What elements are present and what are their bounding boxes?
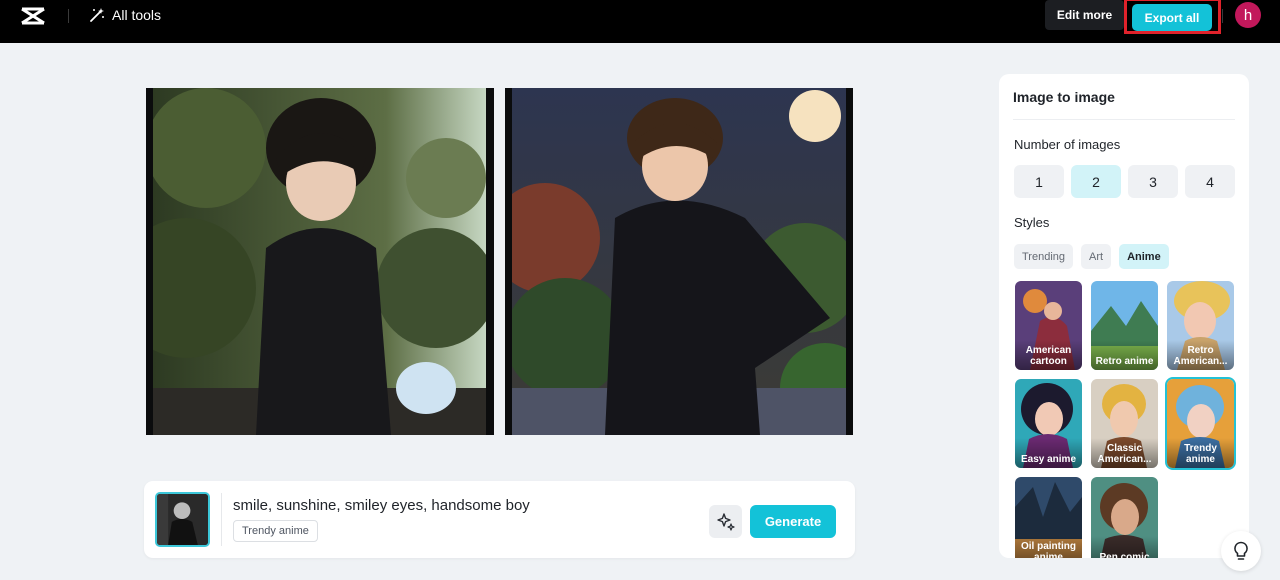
export-highlight-box: Export all <box>1124 0 1221 34</box>
style-card-label: Pen comic <box>1091 536 1158 558</box>
style-card-retro-anime[interactable]: Retro anime <box>1091 281 1158 370</box>
prompt-bar: smile, sunshine, smiley eyes, handsome b… <box>144 481 855 558</box>
style-card-label: Oil painting anime <box>1015 536 1082 558</box>
result-image-1[interactable] <box>146 88 494 435</box>
help-button[interactable] <box>1221 531 1261 571</box>
export-all-button[interactable]: Export all <box>1132 4 1212 31</box>
style-card-classic-american[interactable]: Classic American... <box>1091 379 1158 468</box>
style-card-label: Retro American... <box>1167 340 1234 370</box>
number-option-2[interactable]: 2 <box>1071 165 1121 198</box>
style-card-trendy-anime[interactable]: Trendy anime <box>1167 379 1234 468</box>
top-bar-divider <box>68 9 69 23</box>
all-tools-label: All tools <box>112 7 162 23</box>
prompt-divider <box>221 493 222 546</box>
style-tab-art[interactable]: Art <box>1081 244 1112 269</box>
style-card-american-cartoon[interactable]: American cartoon <box>1015 281 1082 370</box>
number-option-3[interactable]: 3 <box>1128 165 1178 198</box>
style-card-label: Easy anime <box>1015 438 1082 468</box>
style-tabs: Trending Art Anime <box>1014 244 1169 269</box>
result-image-2[interactable] <box>505 88 853 435</box>
image-to-image-panel: Image to image Number of images 1 2 3 4 … <box>999 74 1249 558</box>
avatar[interactable]: h <box>1235 2 1261 28</box>
style-card-label: Classic American... <box>1091 438 1158 468</box>
style-grid: American cartoon Retro anime Retro Ameri… <box>1015 281 1234 558</box>
number-selector: 1 2 3 4 <box>1014 165 1235 198</box>
style-card-easy-anime[interactable]: Easy anime <box>1015 379 1082 468</box>
style-card-label: American cartoon <box>1015 340 1082 370</box>
reference-image-thumbnail[interactable] <box>155 492 210 547</box>
style-card-pen-comic[interactable]: Pen comic <box>1091 477 1158 558</box>
panel-divider <box>1013 119 1235 120</box>
prompt-input[interactable]: smile, sunshine, smiley eyes, handsome b… <box>233 497 530 514</box>
style-card-label: Retro anime <box>1091 340 1158 370</box>
number-option-4[interactable]: 4 <box>1185 165 1235 198</box>
style-card-oil-painting-anime[interactable]: Oil painting anime <box>1015 477 1082 558</box>
edit-more-button[interactable]: Edit more <box>1045 0 1124 30</box>
magic-wand-icon <box>90 8 104 22</box>
sparkle-button[interactable] <box>709 505 742 538</box>
top-bar: All tools Edit more Export all h <box>0 0 1280 43</box>
all-tools-button[interactable]: All tools <box>88 4 161 26</box>
panel-title: Image to image <box>1013 89 1115 105</box>
number-option-1[interactable]: 1 <box>1014 165 1064 198</box>
top-bar-divider-right <box>1222 9 1223 23</box>
lightbulb-icon <box>1234 541 1248 560</box>
sparkle-icon <box>716 512 735 531</box>
style-card-label: Trendy anime <box>1167 438 1234 468</box>
style-tag: Trendy anime <box>233 520 318 542</box>
style-card-retro-american[interactable]: Retro American... <box>1167 281 1234 370</box>
style-tab-anime[interactable]: Anime <box>1119 244 1169 269</box>
generate-button[interactable]: Generate <box>750 505 836 538</box>
capcut-logo-icon[interactable] <box>19 6 47 26</box>
styles-label: Styles <box>1014 215 1050 230</box>
number-of-images-label: Number of images <box>1014 137 1121 152</box>
style-tab-trending[interactable]: Trending <box>1014 244 1074 269</box>
